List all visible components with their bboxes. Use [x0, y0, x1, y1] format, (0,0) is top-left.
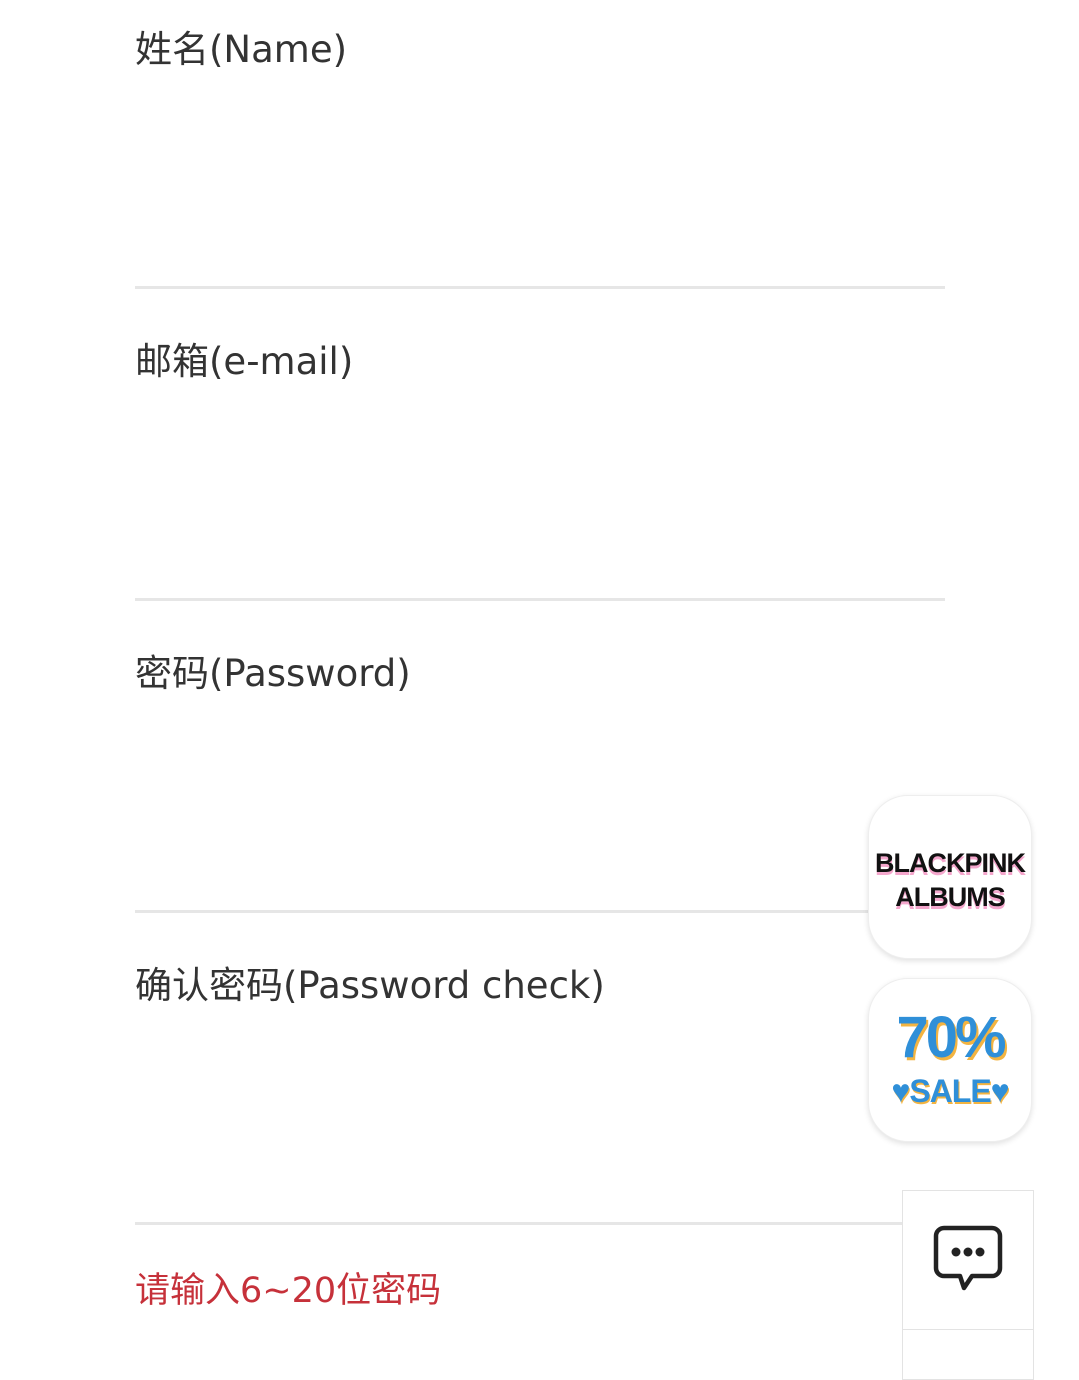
side-panel	[902, 1190, 1034, 1380]
password-check-label: 确认密码(Password check)	[135, 964, 605, 1007]
side-panel-divider	[903, 1329, 1033, 1330]
password-field: 密码(Password)	[135, 624, 945, 936]
password-error-message: 请输入6~20位密码	[135, 1271, 442, 1311]
albums-badge-line2: ALBUMS	[895, 882, 1006, 912]
chat-button[interactable]	[903, 1191, 1033, 1329]
blackpink-albums-badge[interactable]: BLACKPINK ALBUMS	[868, 795, 1032, 959]
email-label: 邮箱(e-mail)	[135, 340, 354, 383]
password-underline	[135, 910, 945, 913]
chat-bubble-icon	[932, 1222, 1004, 1298]
name-field: 姓名(Name)	[135, 0, 945, 312]
sale-badge-percent: 70%	[896, 1005, 1006, 1070]
password-input[interactable]	[135, 714, 945, 904]
email-input[interactable]	[135, 402, 945, 592]
sale-badge-word: ♥SALE♥	[891, 1073, 1009, 1109]
email-underline	[135, 598, 945, 601]
albums-badge-line1: BLACKPINK	[875, 848, 1026, 878]
password-check-field: 确认密码(Password check)	[135, 936, 945, 1248]
password-label: 密码(Password)	[135, 652, 411, 695]
name-input[interactable]	[135, 90, 945, 280]
sale-badge[interactable]: 70% ♥SALE♥	[868, 978, 1032, 1142]
email-field: 邮箱(e-mail)	[135, 312, 945, 624]
password-check-input[interactable]	[135, 1026, 945, 1216]
password-check-underline	[135, 1222, 945, 1225]
name-underline	[135, 286, 945, 289]
name-label: 姓名(Name)	[135, 28, 348, 71]
